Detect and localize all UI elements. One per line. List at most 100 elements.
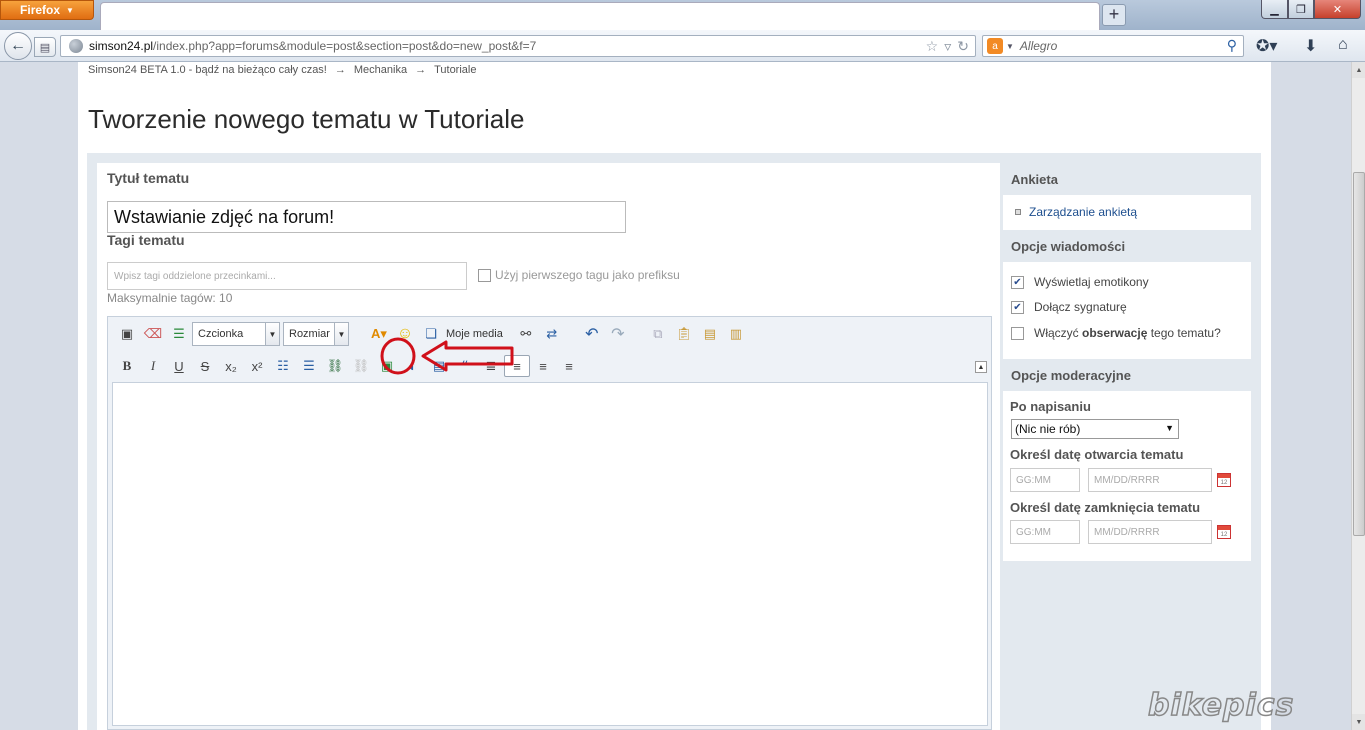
- breadcrumb-item-mechanika[interactable]: Mechanika: [354, 64, 407, 76]
- window-close-button[interactable]: ✕: [1314, 0, 1361, 19]
- download-icon[interactable]: ⬇: [1304, 36, 1317, 56]
- chevron-down-icon: ▼: [66, 5, 74, 15]
- copy-icon[interactable]: ⧉: [645, 323, 671, 345]
- breadcrumb-separator: →: [334, 64, 346, 76]
- calendar-icon[interactable]: 12: [1217, 525, 1231, 539]
- code-icon[interactable]: ▤: [426, 355, 452, 377]
- underline-icon[interactable]: U: [166, 355, 192, 377]
- search-icon[interactable]: ⚲: [1227, 37, 1237, 54]
- undo-icon[interactable]: ↶: [579, 323, 605, 345]
- window-minimize-button[interactable]: ▁: [1261, 0, 1288, 19]
- subscript-icon[interactable]: x₂: [218, 355, 244, 377]
- url-path: /index.php?app=forums&module=post&sectio…: [153, 39, 537, 53]
- page-scrollbar[interactable]: ▲ ▼: [1351, 62, 1365, 730]
- browser-tab-active[interactable]: [100, 2, 1100, 32]
- strikethrough-icon[interactable]: S: [192, 355, 218, 377]
- bullet-list-icon[interactable]: ☷: [270, 355, 296, 377]
- new-tab-button[interactable]: +: [1102, 4, 1126, 26]
- search-bar[interactable]: a ▼ Allegro ⚲: [982, 35, 1244, 57]
- watch-label-pre: Włączyć: [1034, 326, 1082, 340]
- horizontal-rule-icon[interactable]: ☰: [166, 323, 192, 345]
- prefix-checkbox[interactable]: [478, 268, 491, 282]
- paste-word-icon[interactable]: ▥: [723, 323, 749, 345]
- insert-image-icon[interactable]: ▣: [374, 355, 400, 377]
- text-color-icon[interactable]: A▾: [366, 323, 392, 345]
- quote-icon[interactable]: ❝: [452, 355, 478, 377]
- open-date-label: Określ datę otwarcia tematu: [1010, 447, 1184, 462]
- dropdown-icon[interactable]: ▿: [944, 38, 951, 55]
- align-right-icon[interactable]: ≡: [556, 355, 582, 377]
- superscript-icon[interactable]: x²: [244, 355, 270, 377]
- breadcrumb-item-tutoriale[interactable]: Tutoriale: [434, 64, 476, 76]
- breadcrumb-item-home[interactable]: Simson24 BETA 1.0 - bądź na bieżąco cały…: [88, 64, 327, 76]
- after-post-select[interactable]: (Nic nie rób) ▼: [1011, 419, 1179, 439]
- replace-icon[interactable]: ⇄: [539, 323, 565, 345]
- link-icon[interactable]: ⛓: [322, 355, 348, 377]
- allegro-engine-icon[interactable]: a: [987, 38, 1003, 54]
- close-date-input[interactable]: MM/DD/RRRR: [1088, 520, 1212, 544]
- option-emoticons[interactable]: ✔ Wyświetlaj emotikony: [1011, 275, 1149, 289]
- emoticons-label: Wyświetlaj emotikony: [1034, 275, 1149, 289]
- url-bar[interactable]: simson24.pl/index.php?app=forums&module=…: [60, 35, 976, 57]
- bookmarks-menu-icon[interactable]: ✪▾: [1256, 36, 1277, 56]
- bold-icon[interactable]: B: [114, 355, 140, 377]
- back-button[interactable]: ←: [4, 32, 32, 60]
- search-input[interactable]: Allegro: [1020, 39, 1057, 53]
- home-icon[interactable]: ⌂: [1338, 36, 1348, 54]
- align-center-icon[interactable]: ≡: [530, 355, 556, 377]
- italic-icon[interactable]: I: [140, 355, 166, 377]
- scroll-up-icon[interactable]: ▲: [1352, 62, 1365, 78]
- numbered-list-icon[interactable]: ☰: [296, 355, 322, 377]
- open-date-input[interactable]: MM/DD/RRRR: [1088, 468, 1212, 492]
- prefix-checkbox-row[interactable]: Użyj pierwszego tagu jako prefiksu: [478, 268, 680, 282]
- paste-icon[interactable]: 📋︎: [671, 323, 697, 345]
- scrollbar-thumb[interactable]: [1353, 172, 1365, 536]
- reload-icon[interactable]: ↻: [957, 38, 969, 55]
- firefox-menu-button[interactable]: Firefox ▼: [0, 0, 94, 20]
- watch-topic-checkbox[interactable]: [1011, 326, 1024, 340]
- bookmark-star-icon[interactable]: ☆: [926, 38, 939, 55]
- forum-page: Simson24 BETA 1.0 - bądź na bieżąco cały…: [78, 62, 1271, 730]
- chevron-down-icon: ▼: [334, 323, 348, 345]
- emoticons-checkbox[interactable]: ✔: [1011, 275, 1024, 289]
- eraser-icon[interactable]: ⌫: [140, 323, 166, 345]
- unlink-icon[interactable]: ⛓: [348, 355, 374, 377]
- editor-toolbar-row-1: ▣ ⌫ ☰ Czcionka ▼ Rozmiar ▼ A▾ ☺ ❏ Moje m…: [114, 321, 749, 347]
- manage-poll-link[interactable]: Zarządzanie ankietą: [1015, 205, 1137, 219]
- topic-title-input[interactable]: Wstawianie zdjęć na forum!: [107, 201, 626, 233]
- history-button[interactable]: ▤: [34, 37, 56, 57]
- my-media-button[interactable]: Moje media: [446, 328, 503, 340]
- browser-titlebar: Firefox ▼ + ▁ ❐ ✕: [0, 0, 1365, 32]
- size-select[interactable]: Rozmiar ▼: [283, 322, 349, 346]
- history-icon: ▤: [39, 41, 51, 54]
- font-select-label: Czcionka: [198, 328, 244, 340]
- insert-video-icon[interactable]: ◐: [400, 355, 426, 377]
- option-watch-topic[interactable]: Włączyć obserwację tego tematu?: [1011, 326, 1221, 340]
- source-mode-icon[interactable]: ▣: [114, 323, 140, 345]
- option-signature[interactable]: ✔ Dołącz sygnaturę: [1011, 300, 1127, 314]
- close-time-input[interactable]: GG:MM: [1010, 520, 1080, 544]
- redo-icon[interactable]: ↷: [605, 323, 631, 345]
- font-select[interactable]: Czcionka ▼: [192, 322, 280, 346]
- editor-content-area[interactable]: [112, 382, 988, 726]
- paste-text-icon[interactable]: ▤: [697, 323, 723, 345]
- collapse-toolbar-icon[interactable]: ▲: [975, 361, 987, 373]
- find-icon[interactable]: ⚯: [513, 323, 539, 345]
- indent-icon[interactable]: ≣: [478, 355, 504, 377]
- align-left-icon[interactable]: ≡: [504, 355, 530, 377]
- watch-topic-label: Włączyć obserwację tego tematu?: [1034, 326, 1221, 340]
- chevron-down-icon: ▼: [265, 323, 279, 345]
- emoticon-icon[interactable]: ☺: [392, 323, 418, 345]
- after-post-label: Po napisaniu: [1010, 399, 1091, 414]
- topic-title-label: Tytuł tematu: [107, 170, 190, 186]
- scroll-down-icon[interactable]: ▼: [1352, 714, 1365, 730]
- post-main-column: Tytuł tematu Wstawianie zdjęć na forum! …: [97, 163, 1000, 730]
- calendar-icon[interactable]: 12: [1217, 473, 1231, 487]
- signature-checkbox[interactable]: ✔: [1011, 300, 1024, 314]
- topic-tags-input[interactable]: Wpisz tagi oddzielone przecinkami...: [107, 262, 467, 290]
- window-maximize-button[interactable]: ❐: [1288, 0, 1314, 19]
- media-icon[interactable]: ❏: [418, 323, 444, 345]
- prefix-checkbox-label: Użyj pierwszego tagu jako prefiksu: [495, 268, 680, 282]
- post-form: Tytuł tematu Wstawianie zdjęć na forum! …: [87, 153, 1261, 730]
- open-time-input[interactable]: GG:MM: [1010, 468, 1080, 492]
